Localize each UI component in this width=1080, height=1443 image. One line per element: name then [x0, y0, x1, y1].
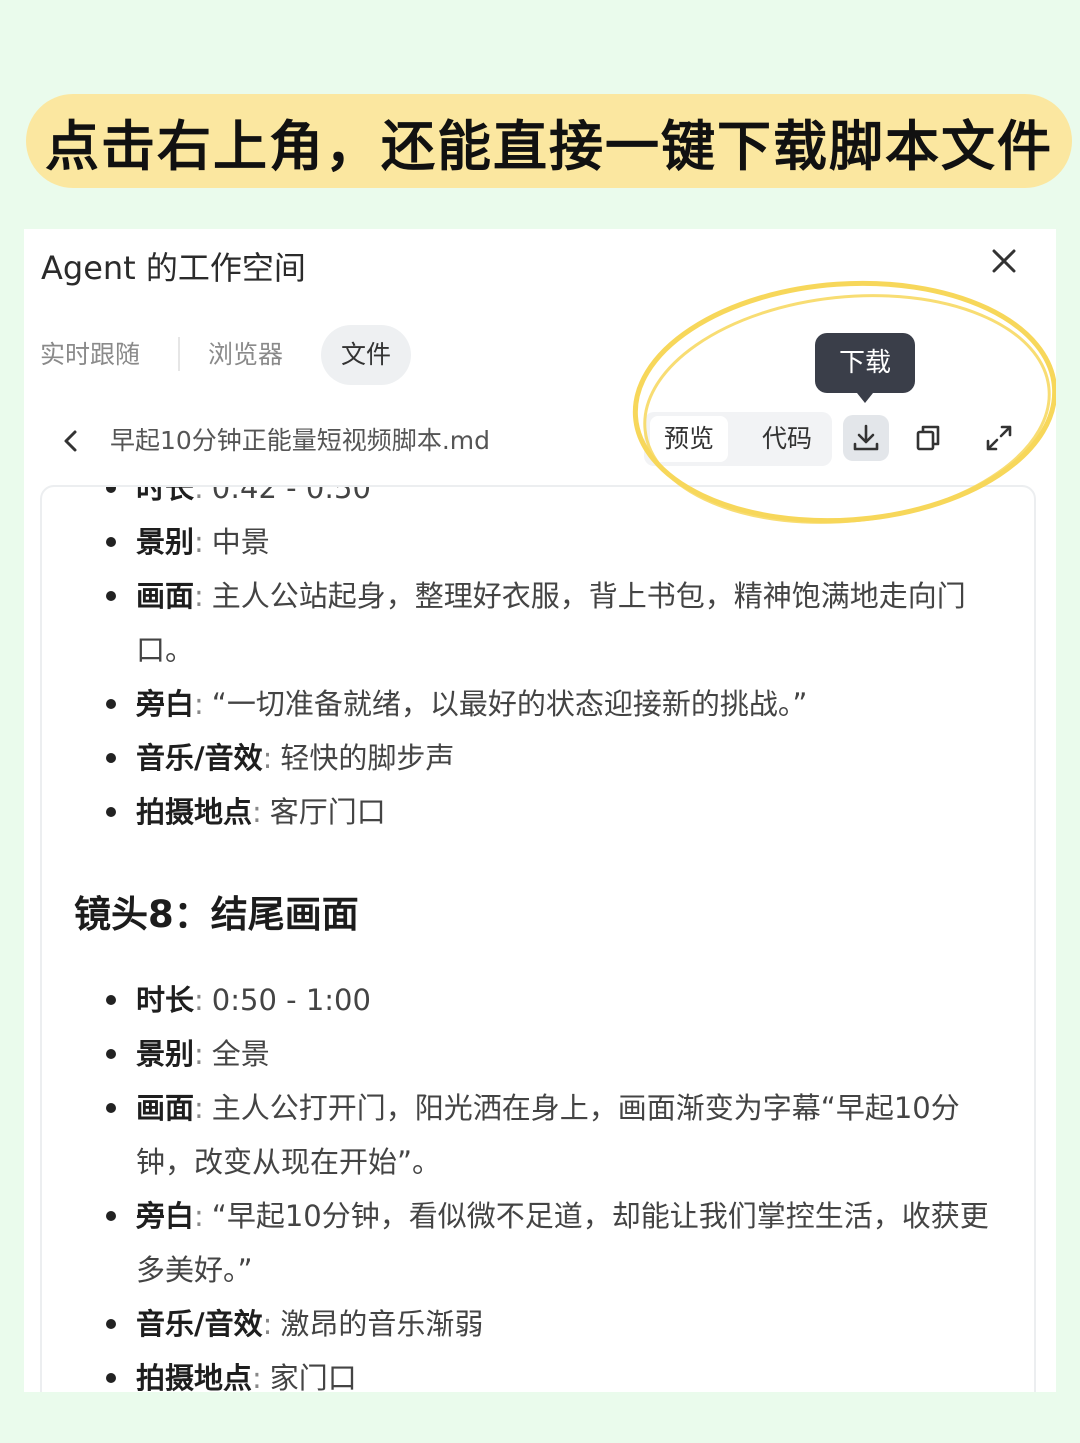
- list-item: 音乐/音效: 激昂的音乐渐弱: [42, 1297, 1034, 1351]
- item-key: 拍摄地点: [136, 795, 253, 829]
- item-separator: :: [194, 1199, 204, 1233]
- item-separator: :: [262, 741, 273, 775]
- chevron-left-icon: [64, 430, 77, 452]
- caption-banner: 点击右上角，还能直接一键下载脚本文件: [26, 94, 1072, 188]
- list-item: 时长: 0:50 - 1:00: [42, 973, 1034, 1027]
- list-item: 旁白: “早起10分钟，看似微不足道，却能让我们掌控生活，收获更多美好。”: [42, 1189, 1034, 1297]
- item-separator: :: [194, 983, 204, 1017]
- tab-browser[interactable]: 浏览器: [208, 325, 283, 385]
- section-heading: 镜头8：结尾画面: [74, 893, 359, 936]
- preview-button[interactable]: 预览: [650, 416, 728, 462]
- item-key: 旁白: [136, 687, 195, 721]
- back-button[interactable]: [58, 424, 84, 458]
- item-key: 时长: [136, 485, 195, 505]
- agent-workspace-panel: Agent 的工作空间 实时跟随 浏览器 文件 早起10分钟正能量短视频脚本.m…: [24, 229, 1056, 1392]
- list-item: 景别: 中景: [42, 515, 1034, 569]
- tab-realtime-follow[interactable]: 实时跟随: [40, 325, 140, 385]
- download-button[interactable]: [843, 415, 889, 461]
- download-tooltip: 下载: [815, 333, 915, 403]
- item-value: 客厅门口: [269, 795, 386, 829]
- expand-button[interactable]: [976, 415, 1022, 461]
- item-value: 主人公站起身，整理好衣服，背上书包，精神饱满地走向门口。: [136, 579, 966, 667]
- expand-icon: [986, 425, 1012, 451]
- panel-title: Agent 的工作空间: [41, 249, 306, 287]
- item-key: 时长: [136, 983, 195, 1017]
- item-separator: :: [252, 1361, 262, 1392]
- item-separator: :: [194, 525, 204, 559]
- item-key: 景别: [136, 1037, 195, 1071]
- list-item: 时长: 0:42 - 0:50: [42, 485, 1034, 515]
- item-key: 拍摄地点: [136, 1361, 253, 1392]
- close-icon: [992, 249, 1016, 273]
- item-value: “早起10分钟，看似微不足道，却能让我们掌控生活，收获更多美好。”: [136, 1199, 989, 1287]
- list-item: 画面: 主人公站起身，整理好衣服，背上书包，精神饱满地走向门口。: [42, 569, 1034, 677]
- download-icon: [853, 424, 879, 451]
- file-preview-area[interactable]: 时长: 0:42 - 0:50 景别: 中景 画面: 主人公站起身，整理好衣服，背上书包，…: [40, 485, 1036, 1392]
- item-key: 旁白: [136, 1199, 195, 1233]
- item-separator: :: [194, 485, 204, 505]
- item-key: 画面: [136, 1091, 195, 1125]
- view-mode-toggle: 预览 代码: [644, 412, 832, 466]
- list-item: 旁白: “一切准备就绪，以最好的状态迎接新的挑战。”: [42, 677, 1034, 731]
- copy-icon: [916, 425, 940, 451]
- item-value: 0:50 - 1:00: [211, 983, 371, 1017]
- item-separator: :: [262, 1307, 273, 1341]
- item-value: 家门口: [269, 1361, 357, 1392]
- item-separator: :: [194, 1091, 204, 1125]
- tab-divider: [178, 337, 180, 371]
- item-separator: :: [252, 795, 262, 829]
- item-value: 激昂的音乐渐弱: [280, 1307, 484, 1341]
- item-key: 画面: [136, 579, 195, 613]
- item-separator: :: [194, 1037, 204, 1071]
- item-value: 0:42 - 0:50: [211, 485, 371, 505]
- item-key: 音乐/音效: [136, 741, 263, 775]
- list-item: 音乐/音效: 轻快的脚步声: [42, 731, 1034, 785]
- item-key: 音乐/音效: [136, 1307, 263, 1341]
- shot7-list: 时长: 0:42 - 0:50 景别: 中景 画面: 主人公站起身，整理好衣服，背上书包，…: [42, 485, 1034, 839]
- item-value: 中景: [211, 525, 270, 559]
- file-name: 早起10分钟正能量短视频脚本.md: [110, 426, 490, 455]
- list-item: 拍摄地点: 客厅门口: [42, 785, 1034, 839]
- item-value: 主人公打开门，阳光洒在身上，画面渐变为字幕“早起10分钟，改变从现在开始”。: [136, 1091, 960, 1179]
- caption-text: 点击右上角，还能直接一键下载脚本文件: [45, 114, 1053, 178]
- list-item: 画面: 主人公打开门，阳光洒在身上，画面渐变为字幕“早起10分钟，改变从现在开始”…: [42, 1081, 1034, 1189]
- item-value: 轻快的脚步声: [280, 741, 455, 775]
- shot8-list: 时长: 0:50 - 1:00 景别: 全景 画面: 主人公打开门，阳光洒在身上，画面渐变…: [42, 973, 1034, 1392]
- item-value: 全景: [211, 1037, 270, 1071]
- copy-button[interactable]: [905, 415, 951, 461]
- item-separator: :: [194, 579, 204, 613]
- item-value: “一切准备就绪，以最好的状态迎接新的挑战。”: [211, 687, 808, 721]
- list-item: 拍摄地点: 家门口: [42, 1351, 1034, 1392]
- item-key: 景别: [136, 525, 195, 559]
- list-item: 景别: 全景: [42, 1027, 1034, 1081]
- close-button[interactable]: [986, 243, 1022, 279]
- code-button[interactable]: 代码: [748, 416, 826, 462]
- tab-files[interactable]: 文件: [321, 325, 411, 385]
- item-separator: :: [194, 687, 204, 721]
